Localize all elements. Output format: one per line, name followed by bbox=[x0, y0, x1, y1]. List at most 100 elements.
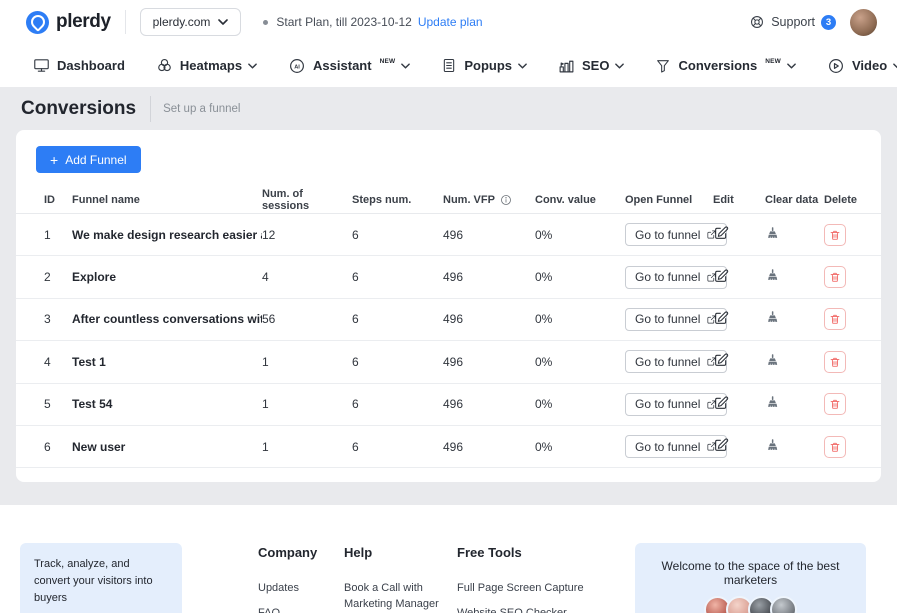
cell-steps: 6 bbox=[352, 312, 443, 326]
cell-conv-value: 0% bbox=[535, 228, 625, 242]
bullet-dot bbox=[263, 20, 268, 25]
delete-button[interactable] bbox=[824, 436, 846, 458]
chevron-down-icon bbox=[893, 63, 897, 69]
footer-link-full-page-capture[interactable]: Full Page Screen Capture bbox=[457, 581, 607, 597]
cell-vfp: 496 bbox=[443, 397, 535, 411]
topbar-right: Support 3 bbox=[749, 9, 877, 36]
col-clear-data: Clear data bbox=[765, 194, 824, 206]
delete-button[interactable] bbox=[824, 224, 846, 246]
main-content: + Add Funnel ID Funnel name Num. of sess… bbox=[0, 130, 897, 505]
cell-steps: 6 bbox=[352, 355, 443, 369]
plerdy-logo[interactable]: plerdy bbox=[26, 11, 111, 34]
footer-column-free-tools: Free Tools Full Page Screen Capture Webs… bbox=[457, 543, 607, 613]
edit-button[interactable] bbox=[713, 395, 729, 411]
chevron-down-icon bbox=[787, 63, 796, 69]
nav-item-assistant[interactable]: AI AssistantNEW bbox=[288, 57, 410, 75]
chevron-down-icon bbox=[218, 19, 228, 25]
cell-sessions: 1 bbox=[262, 397, 352, 411]
nav-item-conversions[interactable]: ConversionsNEW bbox=[655, 58, 796, 74]
page-footer: Track, analyze, and convert your visitor… bbox=[0, 505, 897, 613]
edit-pencil-icon bbox=[713, 310, 729, 326]
footer-column-title: Free Tools bbox=[457, 545, 607, 560]
broom-icon bbox=[765, 310, 780, 325]
support-label: Support bbox=[771, 15, 815, 29]
nav-item-dashboard[interactable]: Dashboard bbox=[33, 57, 125, 74]
footer-link-book-call[interactable]: Book a Call with Marketing Manager bbox=[344, 581, 449, 613]
nav-label: SEO bbox=[582, 58, 609, 73]
edit-button[interactable] bbox=[713, 268, 729, 284]
page-subtitle: Set up a funnel bbox=[163, 103, 240, 115]
cell-vfp: 496 bbox=[443, 440, 535, 454]
clear-data-button[interactable] bbox=[765, 310, 780, 325]
col-conv-value: Conv. value bbox=[535, 194, 625, 206]
clear-data-button[interactable] bbox=[765, 438, 780, 453]
footer-link-faq[interactable]: FAQ bbox=[258, 606, 318, 613]
community-text: Welcome to the space of the best markete… bbox=[647, 559, 854, 587]
edit-pencil-icon bbox=[713, 437, 729, 453]
chevron-down-icon bbox=[401, 63, 410, 69]
svg-text:AI: AI bbox=[294, 64, 300, 70]
table-row: 1 We make design research easier and fas… bbox=[16, 214, 881, 256]
cell-sessions: 1 bbox=[262, 355, 352, 369]
cell-sessions: 1 bbox=[262, 440, 352, 454]
footer-column-company: Company Updates FAQ bbox=[258, 543, 318, 613]
footer-link-updates[interactable]: Updates bbox=[258, 581, 318, 597]
user-avatar[interactable] bbox=[850, 9, 877, 36]
cell-conv-value: 0% bbox=[535, 397, 625, 411]
cell-id: 5 bbox=[44, 397, 72, 411]
edit-button[interactable] bbox=[713, 352, 729, 368]
info-icon[interactable] bbox=[500, 194, 512, 206]
edit-button[interactable] bbox=[713, 225, 729, 241]
nav-label: Heatmaps bbox=[180, 58, 242, 73]
edit-button[interactable] bbox=[713, 310, 729, 326]
col-edit: Edit bbox=[713, 194, 765, 206]
go-to-funnel-label: Go to funnel bbox=[635, 355, 700, 369]
popups-icon bbox=[441, 57, 457, 74]
divider bbox=[150, 96, 151, 122]
top-header: plerdy plerdy.com Start Plan, till 2023-… bbox=[0, 0, 897, 44]
cell-funnel-name: New user bbox=[72, 440, 262, 454]
new-badge: NEW bbox=[380, 58, 396, 65]
edit-button[interactable] bbox=[713, 437, 729, 453]
add-funnel-button[interactable]: + Add Funnel bbox=[36, 146, 141, 173]
nav-label: Popups bbox=[464, 58, 512, 73]
promo-card: Track, analyze, and convert your visitor… bbox=[20, 543, 182, 613]
go-to-funnel-label: Go to funnel bbox=[635, 312, 700, 326]
col-sessions: Num. of sessions bbox=[262, 188, 352, 212]
cell-conv-value: 0% bbox=[535, 312, 625, 326]
cell-funnel-name: Test 1 bbox=[72, 355, 262, 369]
delete-button[interactable] bbox=[824, 308, 846, 330]
table-body: 1 We make design research easier and fas… bbox=[16, 214, 881, 468]
cell-steps: 6 bbox=[352, 270, 443, 284]
nav-item-video[interactable]: Video bbox=[827, 57, 897, 75]
cell-funnel-name: We make design research easier and faste… bbox=[72, 228, 262, 242]
edit-pencil-icon bbox=[713, 395, 729, 411]
cell-steps: 6 bbox=[352, 440, 443, 454]
nav-item-popups[interactable]: Popups bbox=[441, 57, 527, 74]
community-card: Welcome to the space of the best markete… bbox=[635, 543, 866, 613]
update-plan-link[interactable]: Update plan bbox=[418, 15, 483, 29]
delete-button[interactable] bbox=[824, 393, 846, 415]
nav-item-seo[interactable]: SEO bbox=[558, 57, 624, 74]
broom-icon bbox=[765, 353, 780, 368]
cell-conv-value: 0% bbox=[535, 270, 625, 284]
delete-button[interactable] bbox=[824, 266, 846, 288]
edit-pencil-icon bbox=[713, 268, 729, 284]
domain-selector[interactable]: plerdy.com bbox=[140, 8, 242, 36]
main-nav: Dashboard Heatmaps AI AssistantNEW Popup… bbox=[0, 44, 897, 87]
plan-status: Start Plan, till 2023-10-12 Update plan bbox=[263, 15, 482, 29]
nav-item-heatmaps[interactable]: Heatmaps bbox=[156, 57, 257, 74]
clear-data-button[interactable] bbox=[765, 395, 780, 410]
clear-data-button[interactable] bbox=[765, 353, 780, 368]
chevron-down-icon bbox=[615, 63, 624, 69]
trash-icon bbox=[829, 271, 841, 283]
clear-data-button[interactable] bbox=[765, 268, 780, 283]
delete-button[interactable] bbox=[824, 351, 846, 373]
cell-conv-value: 0% bbox=[535, 355, 625, 369]
footer-link-seo-checker[interactable]: Website SEO Checker bbox=[457, 606, 607, 613]
table-row: 5 Test 54 1 6 496 0% Go to funnel bbox=[16, 384, 881, 426]
cell-conv-value: 0% bbox=[535, 440, 625, 454]
support-button[interactable]: Support 3 bbox=[749, 14, 836, 30]
cell-id: 3 bbox=[44, 312, 72, 326]
clear-data-button[interactable] bbox=[765, 226, 780, 241]
